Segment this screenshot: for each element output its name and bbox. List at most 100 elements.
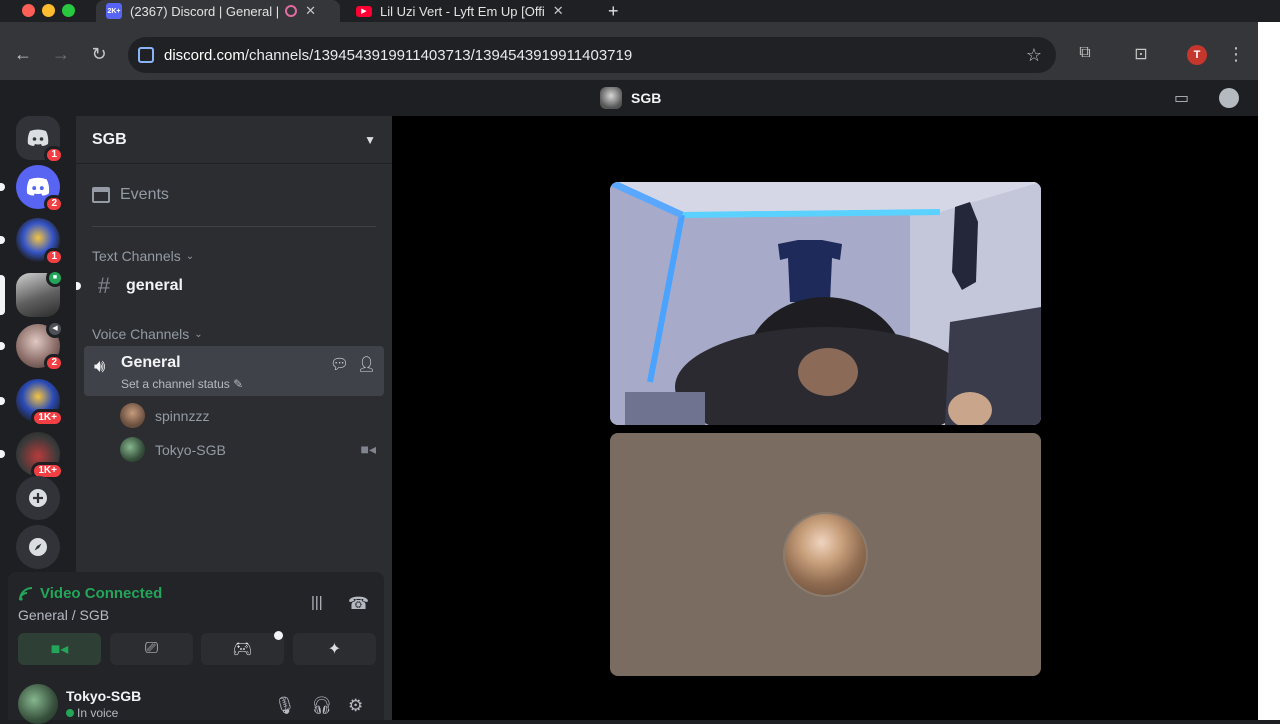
category-text-channels[interactable]: Text Channels ⌄ <box>92 248 194 264</box>
server-item-dm-home[interactable]: 1 <box>16 116 64 164</box>
reload-icon[interactable]: ↻ <box>89 44 109 64</box>
close-tab-icon[interactable]: ✕ <box>553 3 564 19</box>
server-item-elevate-2[interactable]: 1K+ <box>0 379 64 427</box>
events-item[interactable]: Events <box>92 186 169 204</box>
channel-status[interactable]: Set a channel status ✎ <box>121 377 243 391</box>
category-label: Text Channels <box>92 248 181 264</box>
activities-button[interactable]: 🎮︎ <box>201 633 284 665</box>
unread-pip <box>76 282 81 290</box>
server-item-discord[interactable]: 2 <box>0 165 64 213</box>
minimize-window-button[interactable] <box>42 4 55 17</box>
inbox-icon[interactable]: ▭ <box>1174 88 1189 108</box>
selected-pip <box>0 275 5 315</box>
site-info-icon[interactable] <box>138 47 154 63</box>
member-name: spinnzzz <box>155 407 210 424</box>
discord-favicon-icon: 2K+ <box>106 3 122 19</box>
zoom-window-button[interactable] <box>62 4 75 17</box>
gamepad-icon: 🎮︎ <box>232 641 253 658</box>
camera-button[interactable]: ■◂ <box>18 633 101 665</box>
hashtag-icon: # <box>97 273 111 298</box>
disconnect-icon[interactable]: ☎︎ <box>348 594 369 614</box>
youtube-favicon-icon: ▶ <box>356 5 372 17</box>
server-header[interactable]: SGB ▼ <box>76 116 392 164</box>
voice-member[interactable]: spinnzzz <box>120 403 376 428</box>
soundboard-icon: ✦ <box>327 641 342 658</box>
online-icon <box>66 709 74 717</box>
channel-general[interactable]: # general <box>76 270 384 302</box>
add-server-button[interactable] <box>16 476 60 520</box>
divider <box>92 226 376 227</box>
speaker-icon: 🔊︎ <box>94 356 106 376</box>
user-name: Tokyo-SGB <box>66 688 142 704</box>
chevron-down-icon: ⌄ <box>194 328 203 340</box>
invite-member-icon[interactable]: 👤︎ <box>357 355 376 373</box>
tab-discord[interactable]: 2K+ (2367) Discord | General | ✕ <box>96 0 340 22</box>
settings-gear-icon[interactable]: ⚙ <box>348 696 363 716</box>
avatar <box>18 684 58 724</box>
webcam-feed <box>610 182 1041 425</box>
server-item-mysportpick[interactable]: 1K+ <box>0 432 64 480</box>
tab-youtube[interactable]: ▶ Lil Uzi Vert - Lyft Em Up [Offi ✕ <box>346 0 592 22</box>
unread-badge: 1 <box>44 146 64 164</box>
member-name: Tokyo-SGB <box>155 441 226 458</box>
user-status: In voice <box>66 706 141 720</box>
new-tab-button[interactable]: + <box>598 0 622 22</box>
voice-channel-general[interactable]: 🔊︎ General Set a channel status ✎ 💬︎ 👤︎ <box>84 346 384 396</box>
noise-suppression-icon[interactable]: ||| <box>311 594 323 611</box>
screen-share-button[interactable]: ⎚ <box>110 633 193 665</box>
avatar <box>120 437 145 462</box>
discord-title-bar: SGB ▭ ? <box>0 80 1258 116</box>
bookmark-star-icon[interactable]: ☆ <box>1026 45 1042 66</box>
voice-member[interactable]: Tokyo-SGB ■◂ <box>120 437 376 462</box>
server-item-voice[interactable]: ◀ 2 <box>0 320 64 372</box>
browser-menu-icon[interactable]: ⋮ <box>1225 44 1247 66</box>
url-text: discord.com/channels/1394543919911403713… <box>164 46 633 64</box>
events-label: Events <box>120 186 169 203</box>
channel-label: general <box>126 277 183 294</box>
soundboard-button[interactable]: ✦ <box>293 633 376 665</box>
voice-status-subtitle[interactable]: General / SGB <box>18 607 109 623</box>
headphones-icon[interactable]: 🎧︎ <box>311 696 333 716</box>
voice-status[interactable]: Video Connected <box>18 585 162 602</box>
avatar <box>783 512 868 597</box>
video-tile-tokyo-sgb[interactable] <box>610 433 1041 676</box>
profile-avatar[interactable]: T <box>1187 45 1207 65</box>
discover-button[interactable] <box>16 525 60 569</box>
voice-connection-panel: Video Connected General / SGB ||| ☎︎ ■◂ … <box>8 572 384 724</box>
server-item-sgb[interactable]: ■ <box>0 269 64 317</box>
forward-icon[interactable]: → <box>51 44 71 64</box>
server-item-elevate[interactable]: 1 <box>0 218 64 266</box>
category-voice-channels[interactable]: Voice Channels ⌄ <box>92 326 203 342</box>
browser-tab-bar: 2K+ (2367) Discord | General | ✕ ▶ Lil U… <box>0 0 1280 22</box>
chat-bubble-icon[interactable]: 💬︎ <box>330 355 349 373</box>
speaker-icon: ◀ <box>46 320 64 338</box>
cast-search-icon[interactable]: ⊡ <box>1130 44 1152 66</box>
tab-title: Lil Uzi Vert - Lyft Em Up [Offi <box>380 3 545 19</box>
video-active-icon: ■ <box>46 269 64 287</box>
address-bar[interactable]: discord.com/channels/1394543919911403713… <box>128 37 1056 73</box>
window-edge <box>1258 22 1280 720</box>
unread-badge: 1K+ <box>31 409 64 427</box>
unread-pip <box>0 397 5 405</box>
signal-icon <box>19 586 33 601</box>
close-window-button[interactable] <box>22 4 35 17</box>
microphone-icon[interactable]: 🎙︎ <box>274 696 296 716</box>
voice-channel-label: General <box>121 354 181 371</box>
back-icon[interactable]: ← <box>13 44 33 64</box>
chevron-down-icon: ⌄ <box>185 250 195 262</box>
extensions-icon[interactable]: ⧉ <box>1074 44 1096 66</box>
plus-icon <box>29 489 47 507</box>
help-icon[interactable]: ? <box>1219 88 1239 108</box>
compass-icon <box>29 538 47 556</box>
unread-pip <box>0 342 5 350</box>
avatar <box>120 403 145 428</box>
unread-badge: 1 <box>44 248 64 266</box>
unread-pip <box>0 183 5 191</box>
video-tile-spinnzzz[interactable] <box>610 182 1041 425</box>
video-camera-icon: ■◂ <box>50 641 69 658</box>
server-icon <box>600 87 622 109</box>
close-tab-icon[interactable]: ✕ <box>305 3 316 19</box>
unread-badge: 2 <box>44 354 64 372</box>
voice-status-title: Video Connected <box>40 585 163 602</box>
user-area[interactable]: Tokyo-SGB In voice <box>18 684 141 724</box>
